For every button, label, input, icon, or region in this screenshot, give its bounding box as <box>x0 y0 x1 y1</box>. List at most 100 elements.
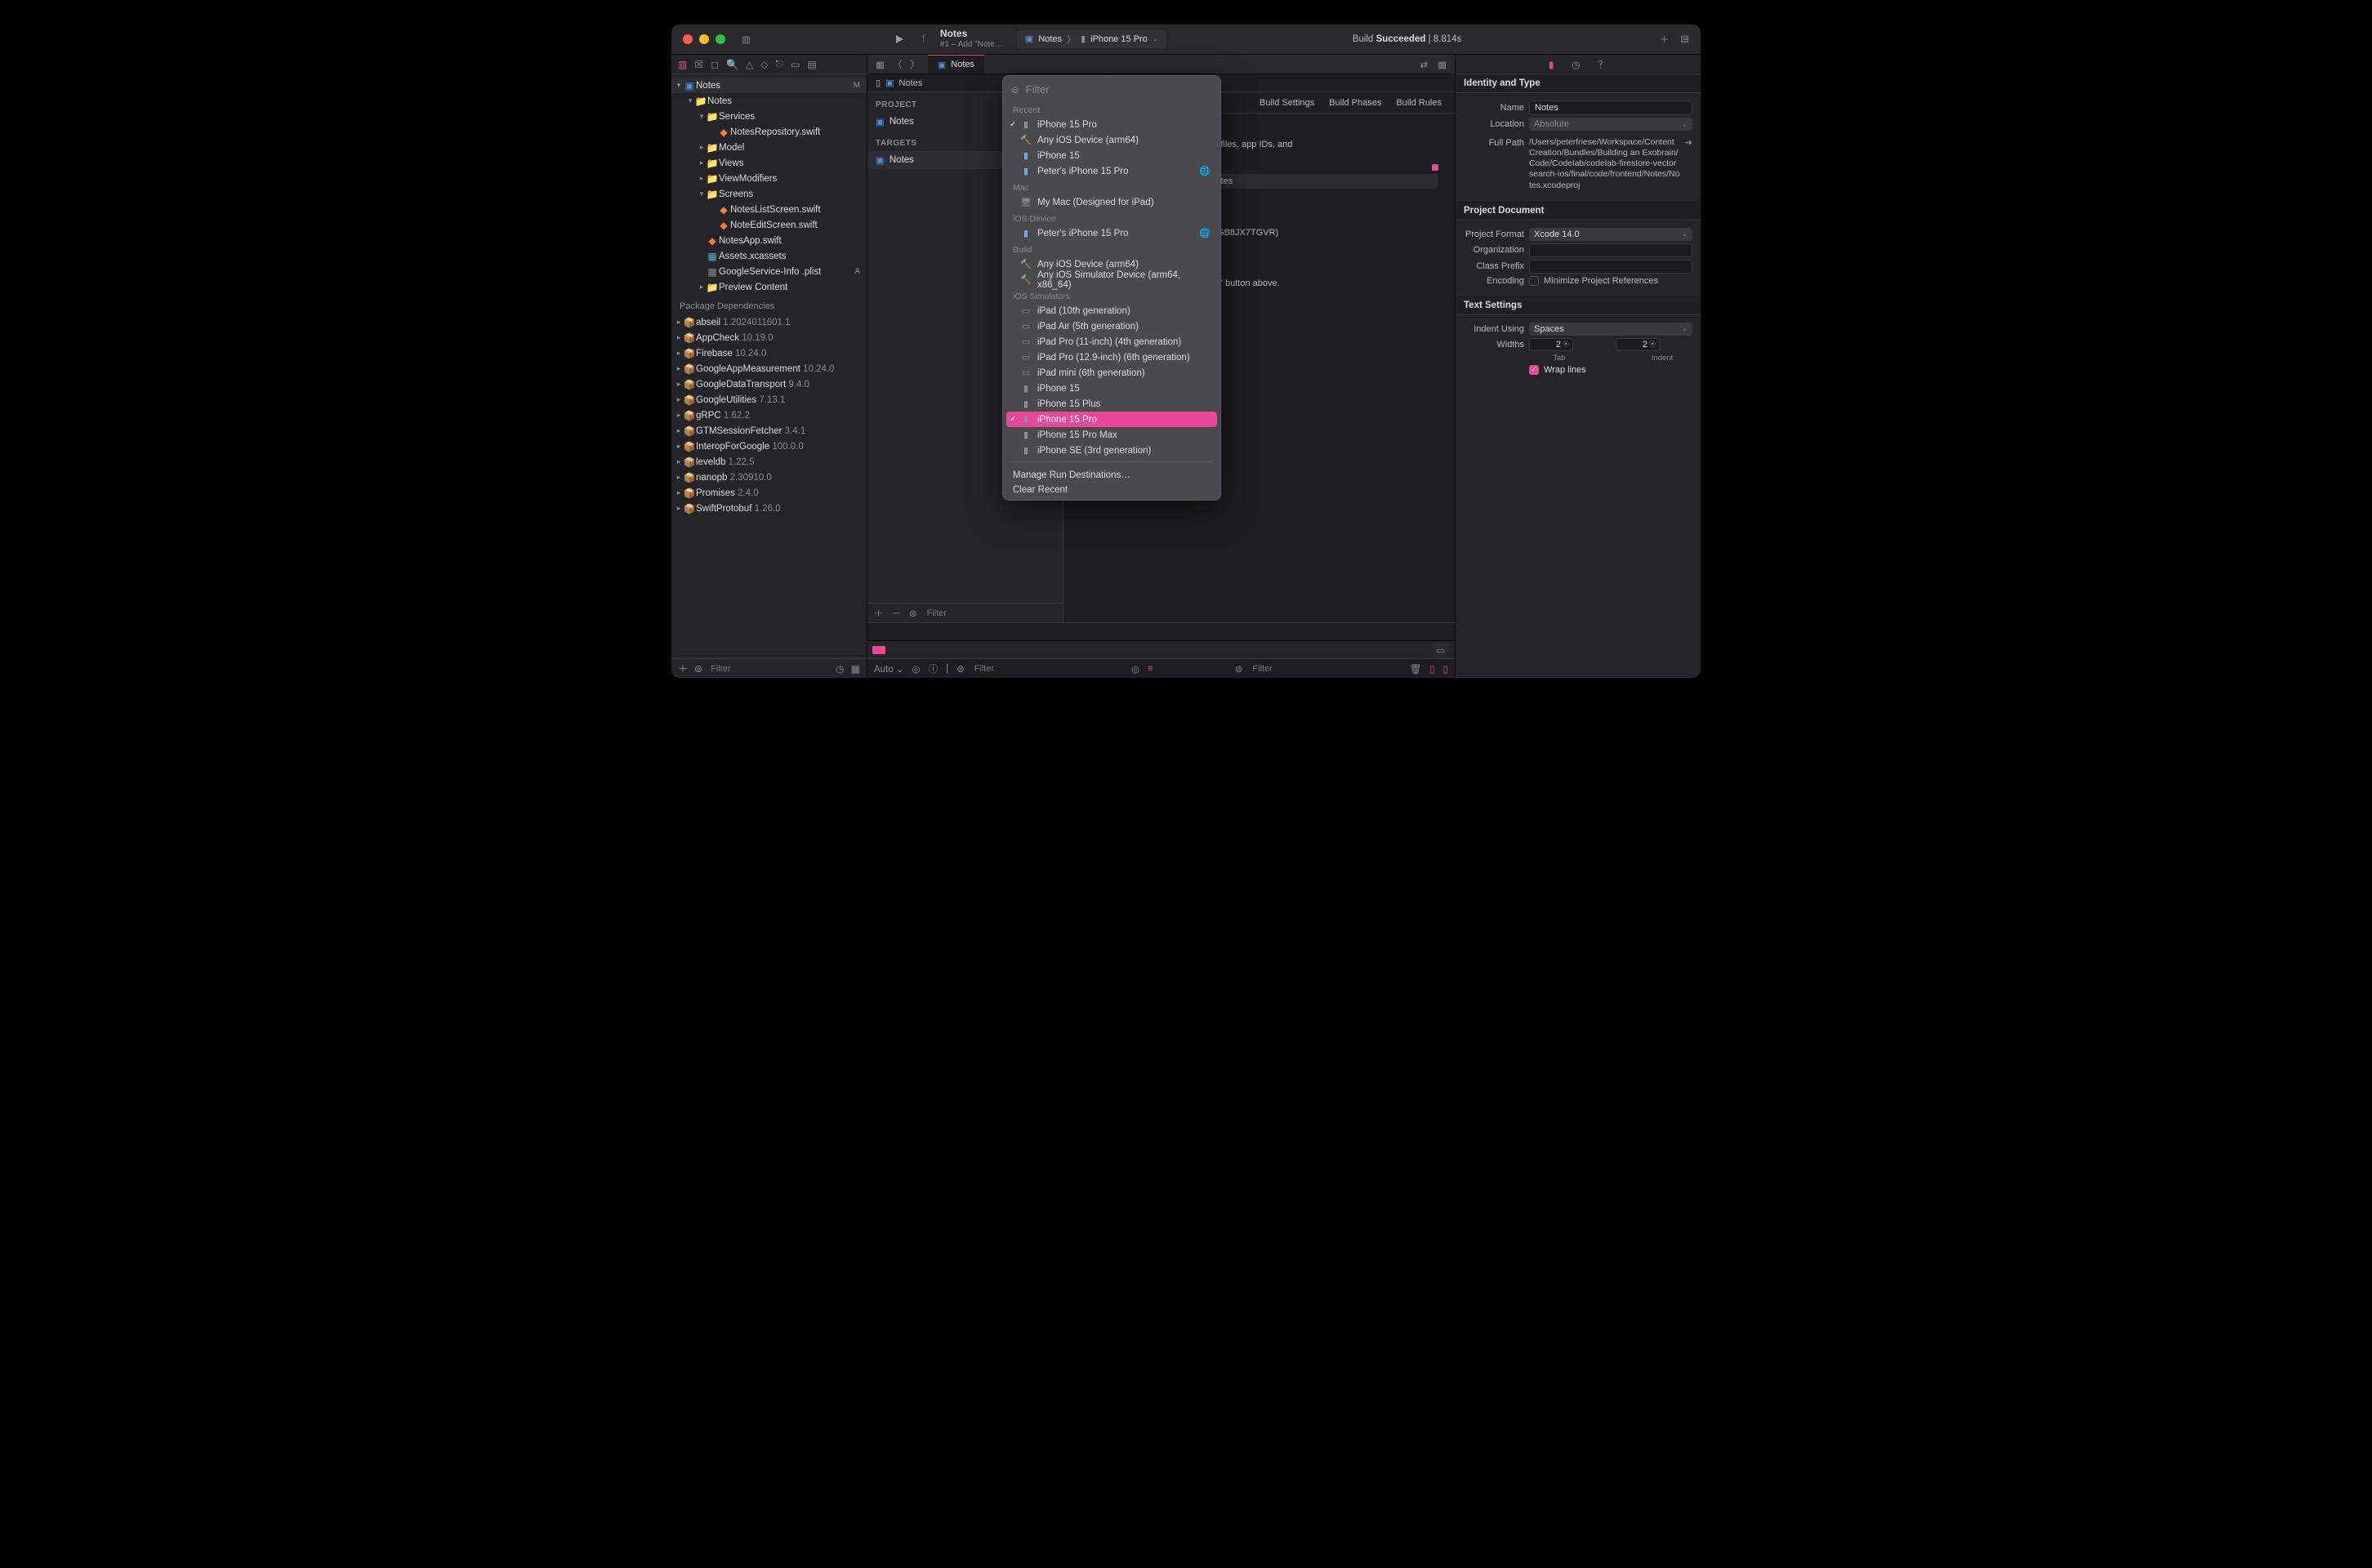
editor-tab[interactable]: ▣ Notes <box>928 55 984 74</box>
back-icon[interactable]: 〈 <box>893 58 903 71</box>
dependency-row[interactable]: ▸📦Firebase 10.24.0 <box>671 345 867 361</box>
related-items-icon[interactable]: ▦ <box>876 59 885 70</box>
dependency-row[interactable]: ▸📦InteropForGoogle 100.0.0 <box>671 439 867 454</box>
destination-item[interactable]: 🖥My Mac (Designed for iPad) <box>1003 194 1220 210</box>
destination-item[interactable]: ✓▮iPhone 15 Pro <box>1003 117 1220 132</box>
destination-filter-input[interactable] <box>1024 82 1212 96</box>
destination-item[interactable]: ▮iPhone 15 Plus <box>1003 396 1220 412</box>
indent-using-select[interactable]: Spaces⌄ <box>1529 323 1692 336</box>
tree-row[interactable]: ◆NotesRepository.swift <box>671 124 867 140</box>
inspector-toggle-icon[interactable]: ▤ <box>1680 33 1689 46</box>
tree-root[interactable]: ▾ ▣ Notes M <box>671 78 867 93</box>
organization-field[interactable] <box>1529 243 1692 257</box>
tree-row[interactable]: ◆NoteEditScreen.swift <box>671 217 867 233</box>
destination-item[interactable]: ▭iPad mini (6th generation) <box>1003 365 1220 381</box>
forward-icon[interactable]: 〉 <box>910 58 920 71</box>
indent-width-stepper[interactable]: 2⦿ <box>1616 338 1660 351</box>
branch-icon[interactable]: ᚶ <box>921 34 927 44</box>
tree-row[interactable]: ▸📁Views <box>671 155 867 171</box>
sidebar-toggle-icon[interactable]: ▥ <box>742 33 751 45</box>
reveal-icon[interactable]: ➜ <box>1685 137 1692 148</box>
add-target-icon[interactable]: ＋ <box>874 607 884 620</box>
eye-icon[interactable]: ◎ <box>1131 663 1139 675</box>
dependency-row[interactable]: ▸📦GTMSessionFetcher 3.4.1 <box>671 423 867 439</box>
destination-item[interactable]: ✓▮iPhone 15 Pro <box>1006 412 1217 427</box>
minimap-icon[interactable]: ▯ <box>876 78 881 88</box>
minimize-checkbox[interactable] <box>1529 276 1539 286</box>
toggle-right-icon[interactable]: ▯ <box>1443 663 1448 675</box>
toggle-left-icon[interactable]: ▯ <box>1429 663 1434 675</box>
editor-options-icon[interactable]: ⇄ <box>1420 59 1428 70</box>
add-editor-icon[interactable]: ▦ <box>1438 59 1447 70</box>
destination-item[interactable]: ▮Peter's iPhone 15 Pro🌐 <box>1003 225 1220 241</box>
dependency-row[interactable]: ▸📦nanopb 2.30910.0 <box>671 470 867 485</box>
metrics-icon[interactable]: ≡ <box>1148 664 1153 674</box>
navigator-filter-input[interactable] <box>709 663 829 675</box>
eye-icon[interactable]: ◎ <box>912 663 921 675</box>
bookmark-navigator-icon[interactable]: ◻ <box>711 59 719 70</box>
wrap-lines-checkbox[interactable]: ✓ <box>1529 365 1539 375</box>
dependency-row[interactable]: ▸📦GoogleDataTransport 9.4.0 <box>671 376 867 392</box>
run-button[interactable] <box>894 33 905 45</box>
location-select[interactable]: Absolute⌄ <box>1529 118 1692 131</box>
clear-recent[interactable]: Clear Recent <box>1003 485 1220 500</box>
filter-scope-icon[interactable]: ⊜ <box>694 663 702 675</box>
tree-row[interactable]: ◆NotesListScreen.swift <box>671 202 867 217</box>
minimize-window-icon[interactable] <box>699 34 709 44</box>
destination-item[interactable]: 🔨Any iOS Simulator Device (arm64, x86_64… <box>1003 272 1220 287</box>
auto-popup[interactable]: Auto ⌄ <box>874 663 904 675</box>
destination-item[interactable]: ▮iPhone SE (3rd generation) <box>1003 443 1220 458</box>
dependency-row[interactable]: ▸📦Promises 2.4.0 <box>671 485 867 501</box>
source-control-navigator-icon[interactable]: ☒ <box>694 59 703 70</box>
tree-row[interactable]: ▸📁Preview Content <box>671 279 867 295</box>
test-navigator-icon[interactable]: ◇ <box>760 59 768 70</box>
trash-icon[interactable]: 🗑 <box>1410 663 1422 675</box>
class-prefix-field[interactable] <box>1529 260 1692 274</box>
project-navigator-icon[interactable]: ▥ <box>678 59 687 70</box>
report-navigator-icon[interactable]: ▤ <box>807 59 816 70</box>
manage-destinations[interactable]: Manage Run Destinations… <box>1003 466 1220 485</box>
tree-row[interactable]: ▸📁Model <box>671 140 867 155</box>
add-button[interactable]: ＋ <box>1660 33 1670 46</box>
project-format-select[interactable]: Xcode 14.0⌄ <box>1529 228 1692 241</box>
tree-row[interactable]: ▦GoogleService-Info .plistA <box>671 264 867 279</box>
find-navigator-icon[interactable]: 🔍 <box>726 59 738 70</box>
debug-navigator-icon[interactable]: ⎋ <box>776 58 784 70</box>
issue-navigator-icon[interactable]: △ <box>746 59 753 70</box>
info-icon[interactable]: ⓘ <box>929 662 939 675</box>
dependency-row[interactable]: ▸📦SwiftProtobuf 1.26.0 <box>671 501 867 516</box>
tree-row[interactable]: ▸📁ViewModifiers <box>671 171 867 186</box>
destination-item[interactable]: ▮iPhone 15 <box>1003 148 1220 163</box>
destination-item[interactable]: ▮iPhone 15 <box>1003 381 1220 396</box>
recent-icon[interactable]: ◷ <box>836 663 844 675</box>
scm-icon[interactable]: ▦ <box>851 663 860 675</box>
destination-item[interactable]: ▮Peter's iPhone 15 Pro🌐 <box>1003 163 1220 179</box>
history-inspector-icon[interactable]: ◷ <box>1572 59 1580 70</box>
dependency-row[interactable]: ▸📦gRPC 1.62.2 <box>671 408 867 423</box>
destination-item[interactable]: 🔨Any iOS Device (arm64) <box>1003 132 1220 148</box>
dependency-row[interactable]: ▸📦AppCheck 10.19.0 <box>671 330 867 345</box>
breakpoint-navigator-icon[interactable]: ▭ <box>791 59 800 70</box>
destination-item[interactable]: ▭iPad Pro (12.9-inch) (6th generation) <box>1003 350 1220 365</box>
targets-filter-input[interactable] <box>925 608 1056 619</box>
name-field[interactable]: Notes <box>1529 100 1692 115</box>
canvas-device-icon[interactable]: ▭ <box>1433 643 1448 657</box>
tree-row[interactable]: ▾📁Services <box>671 109 867 124</box>
dependency-row[interactable]: ▸📦GoogleUtilities 7.13.1 <box>671 392 867 408</box>
project-tree[interactable]: ▾ ▣ Notes M ▾📁Notes▾📁Services◆NotesRepos… <box>671 74 867 658</box>
tree-row[interactable]: ▾📁Screens <box>671 186 867 202</box>
destination-item[interactable]: ▭iPad Pro (11-inch) (4th generation) <box>1003 334 1220 350</box>
zoom-window-icon[interactable] <box>716 34 725 44</box>
tab-build-settings[interactable]: Build Settings <box>1260 98 1314 108</box>
console-filter-input[interactable] <box>1251 663 1381 675</box>
variables-filter-input[interactable] <box>973 663 1104 675</box>
destination-item[interactable]: ▭iPad (10th generation) <box>1003 303 1220 318</box>
add-files-icon[interactable]: ＋ <box>678 662 688 675</box>
file-inspector-icon[interactable]: ▮ <box>1549 59 1554 70</box>
destination-item[interactable]: ▭iPad Air (5th generation) <box>1003 318 1220 334</box>
dependency-row[interactable]: ▸📦abseil 1.2024011601.1 <box>671 314 867 330</box>
remove-target-icon[interactable]: － <box>892 607 902 620</box>
tab-width-stepper[interactable]: 2⦿ <box>1529 338 1573 351</box>
tab-build-rules[interactable]: Build Rules <box>1396 98 1442 108</box>
window-controls[interactable] <box>671 34 725 44</box>
